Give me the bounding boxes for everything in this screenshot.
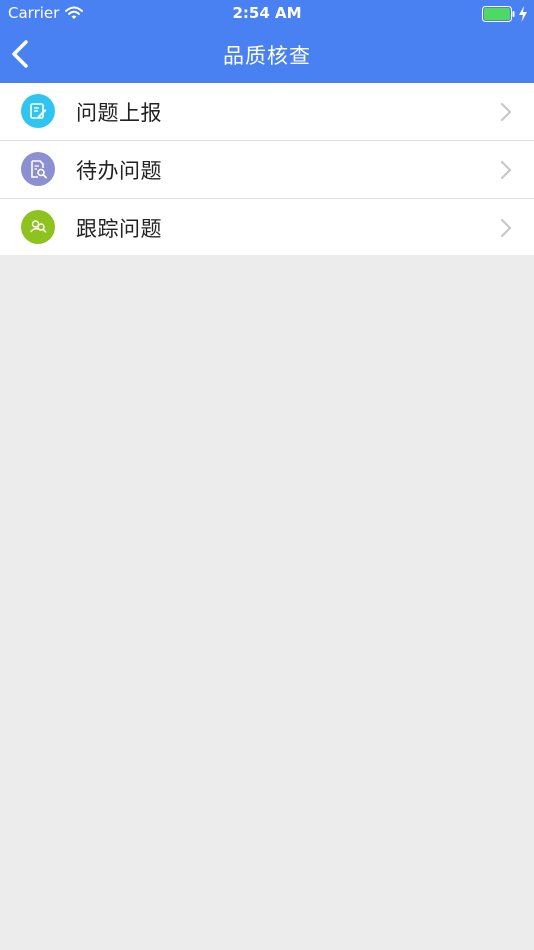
menu-item-pending-issues[interactable]: 待办问题 [0, 140, 534, 198]
menu-item-report-issue[interactable]: 问题上报 [0, 83, 534, 140]
people-search-icon [21, 210, 55, 244]
status-bar: Carrier 2:54 AM [0, 0, 534, 28]
empty-content-area [0, 255, 534, 950]
header: Carrier 2:54 AM 品质核查 [0, 0, 534, 83]
document-search-icon [21, 152, 55, 186]
edit-note-icon [21, 94, 55, 128]
chevron-right-icon [499, 217, 513, 239]
menu-item-label: 问题上报 [76, 101, 162, 125]
page-title: 品质核查 [223, 44, 311, 68]
battery-icon [482, 6, 516, 22]
menu-list: 问题上报 待办问题 跟踪问题 [0, 83, 534, 257]
chevron-right-icon [499, 159, 513, 181]
menu-item-label: 跟踪问题 [76, 217, 162, 241]
chevron-right-icon [499, 101, 513, 123]
charging-bolt-icon [518, 6, 528, 22]
navigation-bar: 品质核查 [0, 28, 534, 83]
menu-item-label: 待办问题 [76, 159, 162, 183]
status-time: 2:54 AM [232, 4, 302, 22]
menu-item-tracked-issues[interactable]: 跟踪问题 [0, 198, 534, 256]
